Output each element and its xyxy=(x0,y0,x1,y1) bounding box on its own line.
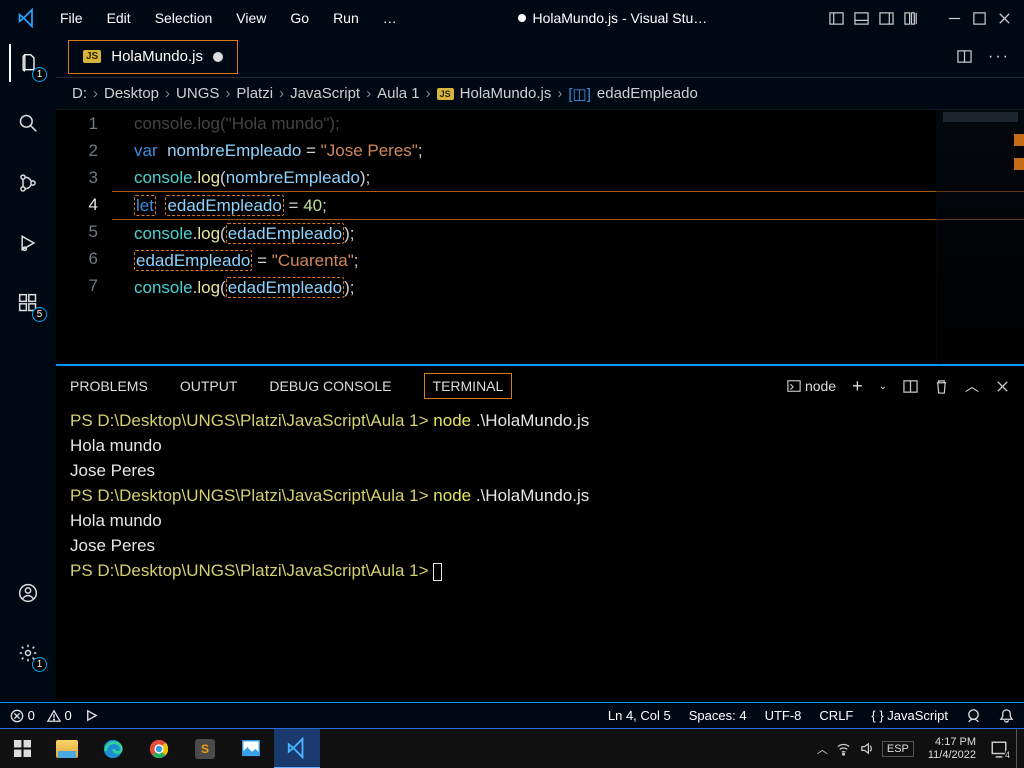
activity-extensions[interactable]: 5 xyxy=(9,284,47,322)
taskbar-app-paint[interactable] xyxy=(228,729,274,768)
activity-account[interactable] xyxy=(9,574,47,612)
editor-tab-holamundo[interactable]: JS HolaMundo.js xyxy=(68,40,238,74)
show-desktop[interactable] xyxy=(1016,729,1022,768)
panel-tab-terminal[interactable]: TERMINAL xyxy=(424,373,513,399)
taskbar-app-sublime[interactable]: S xyxy=(182,729,228,768)
tab-filename: HolaMundo.js xyxy=(111,48,203,65)
titlebar: File Edit Selection View Go Run … HolaMu… xyxy=(0,0,1024,36)
status-indent[interactable]: Spaces: 4 xyxy=(689,708,747,723)
status-bell-icon[interactable] xyxy=(999,708,1014,723)
layout-sidebar-left-icon[interactable] xyxy=(829,11,844,26)
menu-more[interactable]: … xyxy=(383,10,397,26)
editor-gutter: 1234567 xyxy=(56,110,112,364)
terminal[interactable]: PS D:\Desktop\UNGS\Platzi\JavaScript\Aul… xyxy=(56,406,1024,702)
taskbar-app-vscode[interactable] xyxy=(274,729,320,768)
menu-edit[interactable]: Edit xyxy=(107,10,131,26)
tray-clock[interactable]: 4:17 PM 11/4/2022 xyxy=(922,736,982,762)
modified-indicator-icon xyxy=(518,14,526,22)
crumb-drive[interactable]: D: xyxy=(72,85,87,102)
activity-source-control[interactable] xyxy=(9,164,47,202)
status-language[interactable]: { } JavaScript xyxy=(871,708,948,723)
tab-more-icon[interactable]: ··· xyxy=(988,48,1010,66)
split-editor-icon[interactable] xyxy=(957,49,972,64)
taskbar-app-explorer[interactable] xyxy=(44,729,90,768)
window-minimize-icon[interactable] xyxy=(947,11,962,26)
status-encoding[interactable]: UTF-8 xyxy=(765,708,802,723)
breadcrumb[interactable]: D:› Desktop› UNGS› Platzi› JavaScript› A… xyxy=(56,78,1024,110)
panel-close-icon[interactable] xyxy=(995,379,1010,394)
terminal-profile[interactable]: node xyxy=(787,378,836,394)
status-cursor[interactable]: Ln 4, Col 5 xyxy=(608,708,671,723)
activity-search[interactable] xyxy=(9,104,47,142)
overview-ruler xyxy=(1014,110,1024,364)
symbol-variable-icon: [◫] xyxy=(568,85,591,103)
editor-code[interactable]: console.log("Hola mundo");var nombreEmpl… xyxy=(112,110,1024,364)
status-debug-icon[interactable] xyxy=(84,708,99,723)
crumb-folder[interactable]: Platzi xyxy=(236,85,273,102)
tray-volume-icon[interactable] xyxy=(859,741,874,756)
code-editor[interactable]: 1234567 console.log("Hola mundo");var no… xyxy=(56,110,1024,364)
layout-sidebar-right-icon[interactable] xyxy=(879,11,894,26)
layout-panel-icon[interactable] xyxy=(854,11,869,26)
vscode-logo-icon xyxy=(0,8,54,28)
crumb-folder[interactable]: UNGS xyxy=(176,85,219,102)
crumb-folder[interactable]: JavaScript xyxy=(290,85,360,102)
panel: PROBLEMS OUTPUT DEBUG CONSOLE TERMINAL n… xyxy=(56,364,1024,702)
editor-tabs: JS HolaMundo.js ··· xyxy=(56,36,1024,78)
crumb-folder[interactable]: Desktop xyxy=(104,85,159,102)
panel-tabs: PROBLEMS OUTPUT DEBUG CONSOLE TERMINAL n… xyxy=(56,366,1024,406)
panel-tab-problems[interactable]: PROBLEMS xyxy=(70,378,148,394)
layout-customize-icon[interactable] xyxy=(904,11,919,26)
activity-settings[interactable]: 1 xyxy=(9,634,47,672)
layout-controls xyxy=(829,11,933,26)
crumb-file[interactable]: HolaMundo.js xyxy=(460,85,552,102)
crumb-symbol[interactable]: edadEmpleado xyxy=(597,85,698,102)
terminal-kill-icon[interactable] xyxy=(934,379,949,394)
window-title: HolaMundo.js - Visual Stu… xyxy=(532,10,707,26)
activity-run-debug[interactable] xyxy=(9,224,47,262)
panel-tab-output[interactable]: OUTPUT xyxy=(180,378,238,394)
start-button[interactable] xyxy=(0,729,44,768)
menu-bar: File Edit Selection View Go Run … xyxy=(56,10,397,26)
tray-language[interactable]: ESP xyxy=(882,741,914,757)
window-maximize-icon[interactable] xyxy=(972,11,987,26)
minimap[interactable] xyxy=(936,110,1024,364)
tray-wifi-icon[interactable] xyxy=(836,741,851,756)
activity-bar: 1 5 1 xyxy=(0,36,56,702)
panel-tab-debug-console[interactable]: DEBUG CONSOLE xyxy=(269,378,391,394)
panel-maximize-icon[interactable]: ︿ xyxy=(965,376,979,396)
status-eol[interactable]: CRLF xyxy=(819,708,853,723)
window-close-icon[interactable] xyxy=(997,11,1012,26)
tab-modified-icon xyxy=(213,52,223,62)
activity-explorer[interactable]: 1 xyxy=(9,44,47,82)
status-feedback-icon[interactable] xyxy=(966,708,981,723)
extensions-badge: 5 xyxy=(32,307,47,322)
status-bar: 0 0 Ln 4, Col 5 Spaces: 4 UTF-8 CRLF { }… xyxy=(0,702,1024,728)
terminal-dropdown-icon[interactable]: ⌄ xyxy=(879,381,887,392)
menu-run[interactable]: Run xyxy=(333,10,359,26)
taskbar-app-edge[interactable] xyxy=(90,729,136,768)
status-errors[interactable]: 0 xyxy=(10,708,35,723)
crumb-folder[interactable]: Aula 1 xyxy=(377,85,420,102)
windows-taskbar: S ︿ ESP 4:17 PM 11/4/2022 4 xyxy=(0,728,1024,768)
taskbar-app-chrome[interactable] xyxy=(136,729,182,768)
terminal-split-icon[interactable] xyxy=(903,379,918,394)
menu-selection[interactable]: Selection xyxy=(155,10,213,26)
terminal-new-icon[interactable]: + xyxy=(852,376,863,397)
menu-file[interactable]: File xyxy=(60,10,83,26)
js-file-icon: JS xyxy=(83,50,101,63)
explorer-badge: 1 xyxy=(32,67,47,82)
js-file-icon: JS xyxy=(437,88,454,100)
vscode-window: File Edit Selection View Go Run … HolaMu… xyxy=(0,0,1024,728)
menu-go[interactable]: Go xyxy=(290,10,309,26)
tray-notifications-icon[interactable]: 4 xyxy=(990,740,1008,758)
status-warnings[interactable]: 0 xyxy=(47,708,72,723)
settings-badge: 1 xyxy=(32,657,47,672)
menu-view[interactable]: View xyxy=(236,10,266,26)
tray-chevron-up-icon[interactable]: ︿ xyxy=(817,741,828,757)
